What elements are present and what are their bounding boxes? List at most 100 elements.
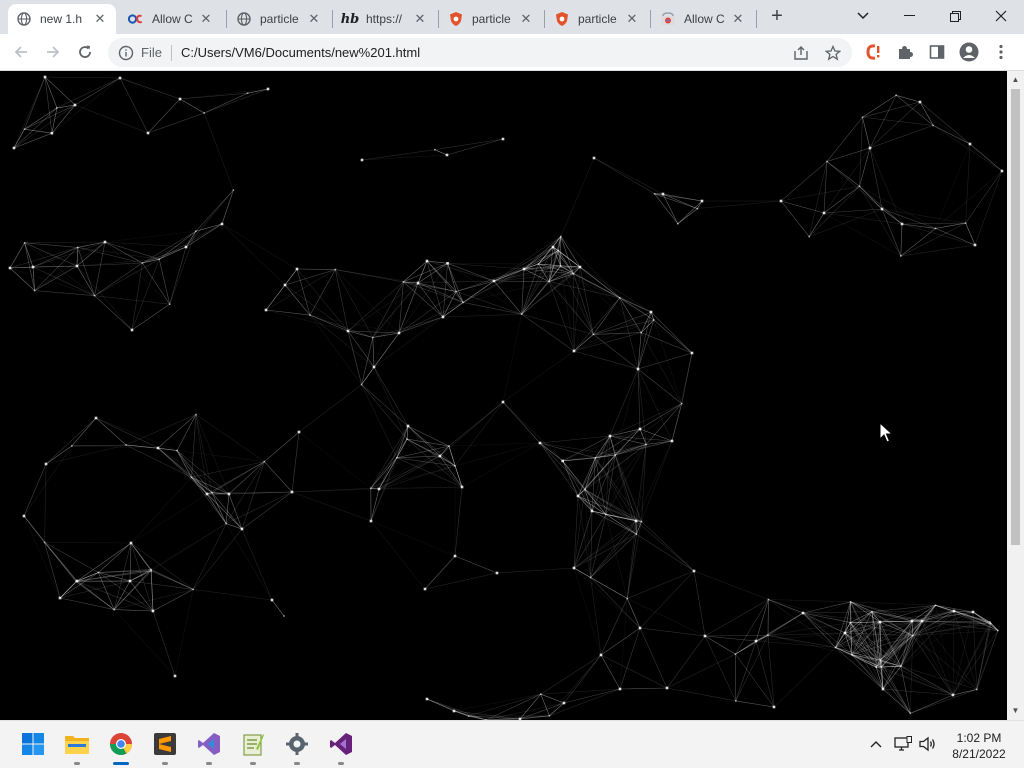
notepad-plus-icon[interactable] — [240, 731, 266, 757]
particle-link — [454, 442, 541, 467]
particle-dot — [871, 610, 873, 613]
volume-icon[interactable] — [918, 734, 938, 754]
particle-link — [193, 589, 273, 601]
file-explorer-icon[interactable] — [64, 731, 90, 757]
particle-link — [850, 601, 936, 606]
info-icon[interactable] — [118, 45, 134, 61]
tab-particles-2[interactable]: particle ✕ — [440, 4, 542, 34]
share-icon[interactable] — [792, 44, 810, 62]
particle-dot — [295, 267, 299, 271]
particle-link — [609, 368, 639, 437]
particle-link — [666, 635, 706, 689]
settings-icon[interactable] — [284, 731, 310, 757]
profile-button[interactable] — [956, 39, 982, 65]
back-button[interactable] — [8, 39, 34, 65]
restore-button[interactable] — [932, 0, 978, 32]
particle-dot — [559, 265, 562, 267]
particle-dot — [151, 609, 155, 613]
particle-link — [901, 222, 966, 225]
particle-dot — [754, 639, 758, 643]
forward-button[interactable] — [40, 39, 66, 65]
close-icon[interactable]: ✕ — [92, 11, 108, 27]
particle-link — [627, 570, 695, 599]
close-icon[interactable]: ✕ — [730, 11, 746, 27]
particle-link — [361, 149, 435, 161]
close-icon[interactable]: ✕ — [518, 11, 534, 27]
particle-link — [373, 366, 409, 427]
particle-link — [969, 143, 1003, 172]
address-bar[interactable]: File C:/Users/VM6/Documents/new%201.html — [108, 38, 852, 67]
particle-link — [910, 689, 977, 714]
star-icon[interactable] — [824, 44, 842, 62]
scroll-down-arrow[interactable]: ▼ — [1007, 704, 1024, 718]
tab-allow-cors[interactable]: Allow C ✕ — [120, 4, 222, 34]
chrome-icon[interactable] — [108, 731, 134, 757]
particle-link — [176, 450, 265, 462]
particle-dot — [851, 654, 853, 656]
particle-dot — [661, 192, 665, 196]
particle-link — [933, 125, 1003, 172]
particle-link — [935, 170, 1003, 229]
particle-dot — [918, 100, 922, 104]
particle-dot — [878, 620, 882, 624]
particle-link — [44, 542, 132, 544]
particle-dot — [976, 688, 978, 691]
close-icon[interactable]: ✕ — [198, 11, 214, 27]
reload-button[interactable] — [72, 39, 98, 65]
taskbar-clock[interactable]: 1:02 PM 8/21/2022 — [940, 730, 1018, 762]
tab-allow-cors-store[interactable]: Allow C ✕ — [652, 4, 754, 34]
particle-dot — [23, 242, 26, 244]
particle-link — [76, 247, 78, 267]
menu-button[interactable] — [988, 39, 1014, 65]
particle-link — [577, 495, 591, 578]
particle-link — [637, 352, 693, 370]
particle-dot — [599, 653, 603, 657]
tab-particles-1[interactable]: particle ✕ — [228, 4, 330, 34]
extensions-button[interactable] — [892, 39, 918, 65]
visual-studio-purple-icon[interactable] — [196, 731, 222, 757]
particle-link — [284, 284, 311, 316]
particle-link — [24, 128, 52, 134]
minimize-button[interactable] — [886, 0, 932, 32]
particle-link — [44, 76, 76, 106]
particle-dot — [150, 568, 152, 571]
particle-link — [291, 488, 371, 493]
particle-link — [24, 104, 76, 130]
side-panel-button[interactable] — [924, 39, 950, 65]
tab-hb-url[interactable]: hb https:// ✕ — [334, 4, 436, 34]
close-icon[interactable]: ✕ — [624, 11, 640, 27]
particle-link — [600, 654, 621, 690]
particle-link — [563, 654, 602, 704]
tab-search-button[interactable] — [840, 0, 886, 32]
close-icon[interactable]: ✕ — [306, 11, 322, 27]
particle-dot — [692, 569, 696, 573]
chevron-up-icon[interactable] — [866, 734, 886, 754]
vertical-scrollbar[interactable]: ▲ ▼ — [1007, 71, 1024, 720]
particle-link — [735, 640, 757, 701]
particles-canvas[interactable] — [0, 71, 1007, 720]
particle-dot — [372, 365, 376, 369]
start-icon[interactable] — [20, 731, 46, 757]
particle-link — [32, 241, 106, 268]
tab-particles-3[interactable]: particle ✕ — [546, 4, 648, 34]
scrollbar-thumb[interactable] — [1011, 89, 1020, 545]
particle-dot — [990, 622, 992, 625]
tab-new-1-html[interactable]: new 1.h ✕ — [8, 4, 116, 34]
tab-separator — [226, 10, 227, 28]
particle-dot — [58, 596, 62, 600]
visual-studio-icon[interactable] — [328, 731, 354, 757]
close-window-button[interactable] — [978, 0, 1024, 32]
url-text[interactable]: C:/Users/VM6/Documents/new%201.html — [181, 45, 852, 60]
new-tab-button[interactable]: + — [766, 6, 788, 28]
particle-link — [901, 223, 976, 246]
page-viewport[interactable] — [0, 71, 1007, 720]
particle-dot — [438, 454, 442, 458]
sublime-icon[interactable] — [152, 731, 178, 757]
particle-dot — [861, 116, 864, 119]
close-icon[interactable]: ✕ — [412, 11, 428, 27]
extension-cors-button[interactable] — [860, 39, 886, 65]
scroll-up-arrow[interactable]: ▲ — [1007, 73, 1024, 87]
particle-link — [94, 295, 133, 331]
particle-dot — [645, 443, 647, 446]
network-icon[interactable] — [893, 734, 913, 754]
